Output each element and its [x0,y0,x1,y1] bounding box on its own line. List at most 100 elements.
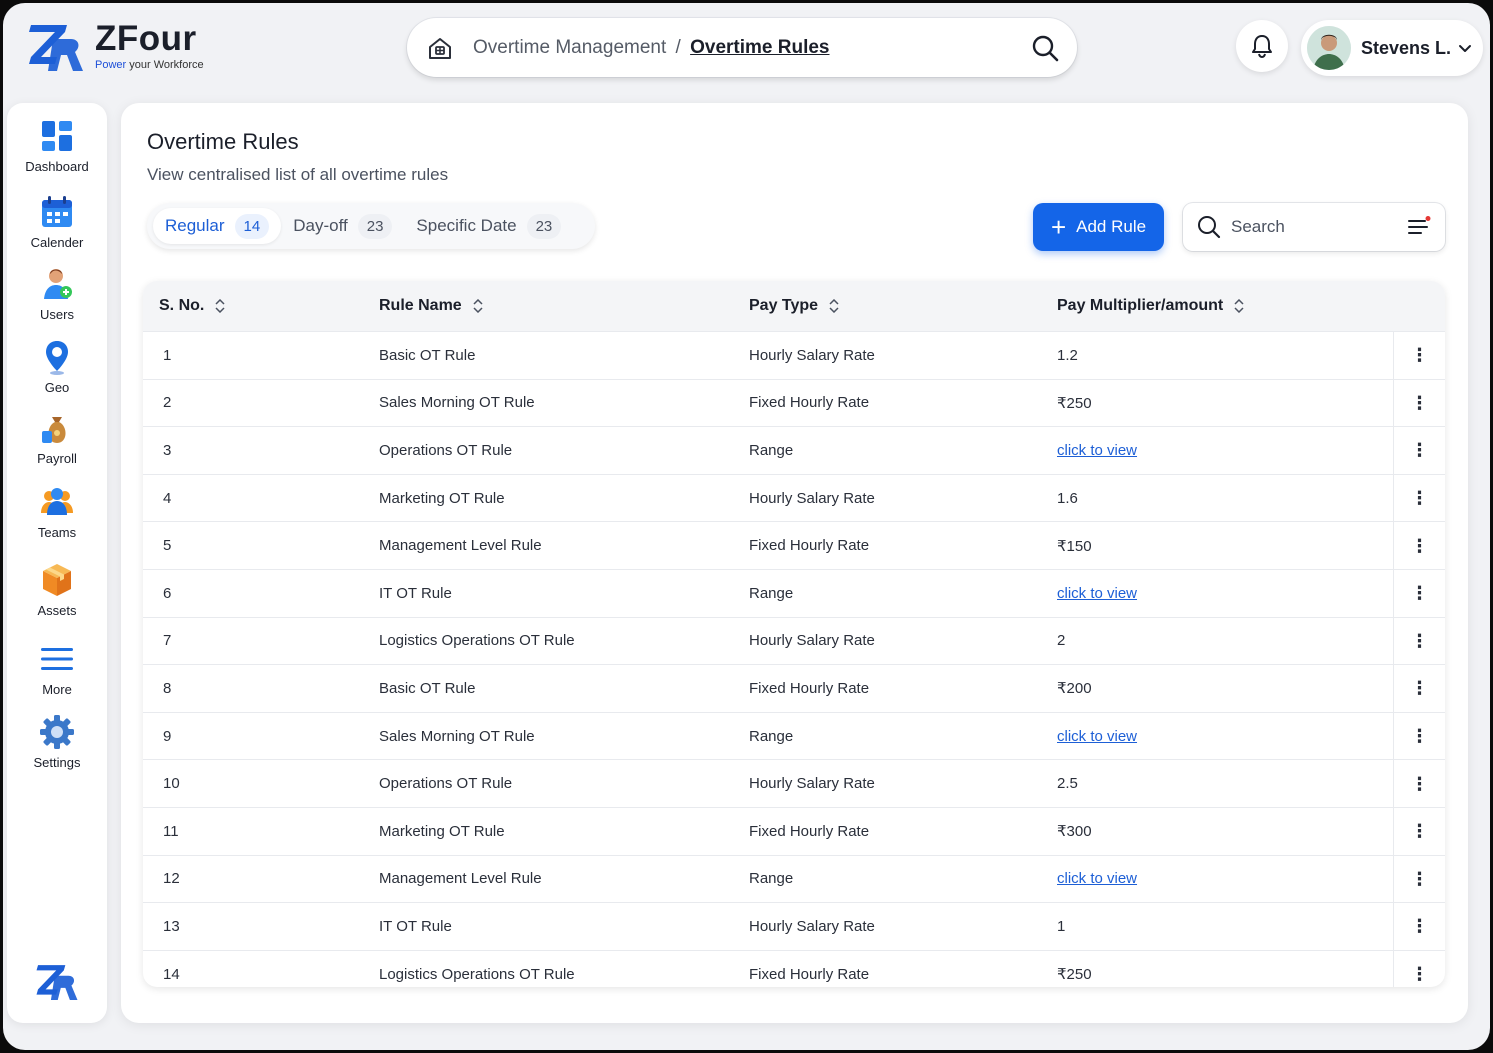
table-row[interactable]: 7 Logistics Operations OT Rule Hourly Sala… [143,616,1445,665]
table-row[interactable]: 13 IT OT Rule Hourly Salary Rate 1 ⋮ [143,902,1445,950]
sidebar-item-label: More [42,682,72,697]
users-icon [44,269,72,299]
row-actions-cell: ⋮ [1393,522,1445,569]
breadcrumb-current[interactable]: Overtime Rules [690,37,829,58]
cell-rule-name: Basic OT Rule [379,679,476,697]
breadcrumb-search-bar[interactable]: Overtime Management / Overtime Rules [407,18,1077,77]
cell-pay-amount: 2 [1057,632,1393,649]
table-row[interactable]: 2 Sales Morning OT Rule Fixed Hourly Rate ₹… [143,378,1445,427]
plus-icon: + [1050,212,1067,242]
sidebar-item-calendar[interactable]: Calender [7,193,107,250]
table-row[interactable]: 10 Operations OT Rule Hourly Salary Rate 2.… [143,759,1445,807]
kebab-menu-icon[interactable]: ⋮ [1411,394,1429,412]
cell-rule-name: Logistics Operations OT Rule [379,965,575,983]
kebab-menu-icon[interactable]: ⋮ [1411,870,1429,888]
breadcrumb: Overtime Management / Overtime Rules [473,37,830,59]
search-input[interactable]: Search [1183,203,1445,251]
cell-pay-amount: click to view [1057,585,1393,602]
table-row[interactable]: 3 Operations OT Rule Range click to view ⋮ [143,426,1445,474]
cell-sno: 2 [163,394,172,412]
user-menu[interactable]: Stevens L. [1301,20,1483,76]
table-row[interactable]: 6 IT OT Rule Range click to view ⋮ [143,568,1445,617]
add-rule-button[interactable]: + Add Rule [1033,203,1164,251]
sidebar-item-geo[interactable]: Geo [7,338,107,395]
cell-sno: 11 [163,822,179,840]
sidebar-item-settings[interactable]: Settings [7,713,107,770]
table-row[interactable]: 5 Management Level Rule Fixed Hourly Rate ₹… [143,521,1445,569]
cell-pay-type: Hourly Salary Rate [749,346,875,364]
sort-icon [1234,299,1244,313]
search-placeholder: Search [1231,217,1285,236]
kebab-menu-icon[interactable]: ⋮ [1411,441,1429,459]
sidebar-item-teams[interactable]: Teams [7,483,107,540]
sidebar-item-label: Assets [37,603,77,618]
cell-rule-name: Operations OT Rule [379,775,513,793]
page-subtitle: View centralised list of all overtime ru… [147,165,449,184]
kebab-menu-icon[interactable]: ⋮ [1411,584,1429,602]
tab-count-badge: 23 [526,213,562,239]
row-actions-cell: ⋮ [1393,760,1445,807]
cell-pay-amount: ₹200 [1057,679,1393,697]
sidebar-item-more[interactable]: More [7,640,107,697]
search-icon[interactable] [1031,34,1059,62]
sidebar-item-label: Payroll [37,451,77,466]
click-to-view-link[interactable]: click to view [1057,728,1137,745]
table-row[interactable]: 1 Basic OT Rule Hourly Salary Rate 1.2 ⋮ [143,331,1445,379]
column-header-pay-multiplier[interactable]: Pay Multiplier/amount [1057,297,1393,315]
sort-icon [215,299,225,313]
sidebar-item-users[interactable]: Users [7,265,107,322]
cell-pay-amount: click to view [1057,442,1393,459]
table-row[interactable]: 8 Basic OT Rule Fixed Hourly Rate ₹200 ⋮ [143,664,1445,712]
sidebar-item-payroll[interactable]: Payroll [7,409,107,466]
notifications-button[interactable] [1236,20,1288,72]
cell-sno: 8 [163,679,172,697]
kebab-menu-icon[interactable]: ⋮ [1411,822,1429,840]
tab-specific-date[interactable]: Specific Date 23 [404,208,573,244]
table-row[interactable]: 11 Marketing OT Rule Fixed Hourly Rate ₹300… [143,806,1445,855]
row-actions-cell: ⋮ [1393,474,1445,522]
kebab-menu-icon[interactable]: ⋮ [1411,727,1429,745]
click-to-view-link[interactable]: click to view [1057,585,1137,602]
kebab-menu-icon[interactable]: ⋮ [1411,489,1429,507]
sidebar-item-dashboard[interactable]: Dashboard [7,117,107,174]
amount-value: 1.2 [1057,346,1078,364]
kebab-menu-icon[interactable]: ⋮ [1411,679,1429,697]
cell-rule-name: IT OT Rule [379,584,452,602]
kebab-menu-icon[interactable]: ⋮ [1411,965,1429,983]
sidebar: Dashboard Calender Users Geo Payroll Tea… [7,103,107,1023]
table-row[interactable]: 4 Marketing OT Rule Hourly Salary Rate 1.6 ⋮ [143,473,1445,522]
cell-rule-name: Operations OT Rule [379,441,513,459]
sort-icon [473,299,483,313]
kebab-menu-icon[interactable]: ⋮ [1411,537,1429,555]
table-row[interactable]: 9 Sales Morning OT Rule Range click to view… [143,711,1445,760]
kebab-menu-icon[interactable]: ⋮ [1411,346,1429,364]
click-to-view-link[interactable]: click to view [1057,870,1137,887]
cell-sno: 4 [163,489,172,507]
breadcrumb-parent[interactable]: Overtime Management [473,37,666,58]
filter-icon[interactable] [1407,215,1431,239]
tab-regular[interactable]: Regular 14 [153,208,282,244]
cell-sno: 14 [163,965,180,983]
cell-sno: 1 [163,346,172,364]
cell-rule-name: Sales Morning OT Rule [379,394,535,412]
tab-day-off[interactable]: Day-off 23 [281,208,404,244]
column-header-rule-name[interactable]: Rule Name [379,297,749,315]
cell-pay-type: Fixed Hourly Rate [749,822,870,840]
kebab-menu-icon[interactable]: ⋮ [1411,917,1429,935]
amount-value: 2 [1057,632,1066,650]
cell-pay-type: Range [749,870,794,888]
brand-logo[interactable]: ZFour Power your Workforce [27,17,204,75]
column-header-sno[interactable]: S. No. [143,297,379,315]
calendar-icon [42,196,72,227]
table-row[interactable]: 12 Management Level Rule Range click to vie… [143,854,1445,903]
kebab-menu-icon[interactable]: ⋮ [1411,632,1429,650]
home-icon[interactable] [427,35,453,61]
teams-icon [41,488,73,515]
cell-pay-type: Range [749,441,794,459]
kebab-menu-icon[interactable]: ⋮ [1411,775,1429,793]
table-row[interactable]: 14 Logistics Operations OT Rule Fixed Hour… [143,949,1445,987]
click-to-view-link[interactable]: click to view [1057,442,1137,459]
sidebar-item-assets[interactable]: Assets [7,561,107,618]
cell-pay-amount: 2.5 [1057,775,1393,792]
column-header-pay-type[interactable]: Pay Type [749,297,1057,315]
